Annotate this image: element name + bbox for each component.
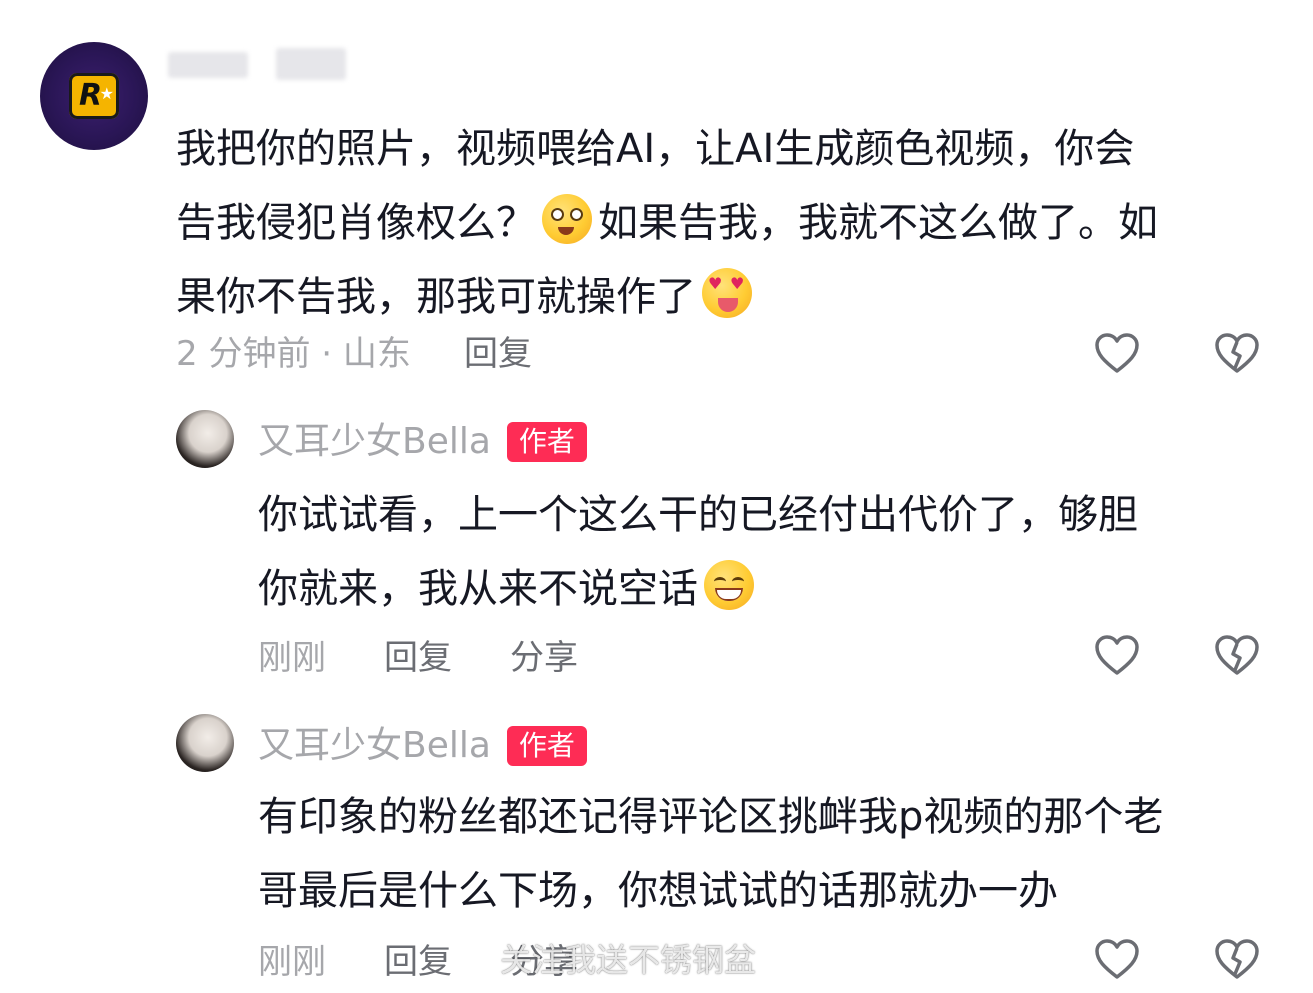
blurred-username — [168, 46, 348, 82]
comment-body: 我把你的照片，视频喂给AI，让AI生成颜色视频，你会 告我侵犯肖像权么？ 如果告我… — [176, 112, 1266, 334]
reply-body: 有印象的粉丝都还记得评论区挑衅我p视频的那个老 哥最后是什么下场，你想试试的话那… — [258, 780, 1268, 928]
heart-eyes-emoji-icon: ♥ ♥ — [702, 268, 752, 318]
share-button[interactable]: 分享 — [510, 638, 578, 678]
grinning-emoji-icon — [704, 560, 754, 610]
reply-body: 你试试看，上一个这么干的已经付出代价了，够胆 你就来，我从来不说空话 — [258, 478, 1268, 626]
dislike-broken-heart-icon[interactable] — [1214, 938, 1260, 980]
reply-author-row: 又耳少女Bella 作者 — [258, 724, 587, 768]
reply-line: 你试试看，上一个这么干的已经付出代价了，够胆 — [258, 492, 1138, 538]
comment-line: 果你不告我，那我可就操作了 ♥ ♥ — [176, 260, 1266, 334]
reply-author-name[interactable]: 又耳少女Bella — [258, 421, 491, 462]
reply-button[interactable]: 回复 — [464, 334, 532, 374]
dislike-broken-heart-icon[interactable] — [1214, 634, 1260, 676]
like-icon[interactable] — [1094, 634, 1140, 676]
reply-author-name[interactable]: 又耳少女Bella — [258, 725, 491, 766]
reply-author-row: 又耳少女Bella 作者 — [258, 420, 587, 464]
rockstar-logo-icon: R ★ — [69, 73, 119, 119]
reply-time: 刚刚 — [258, 942, 326, 982]
user-avatar[interactable]: R ★ — [40, 42, 148, 150]
reply-button[interactable]: 回复 — [384, 638, 452, 678]
peeking-emoji-icon — [542, 194, 592, 244]
comment-line: 我把你的照片，视频喂给AI，让AI生成颜色视频，你会 — [176, 126, 1135, 172]
author-avatar[interactable] — [176, 410, 234, 468]
reply-time: 刚刚 — [258, 638, 326, 678]
reply-line: 哥最后是什么下场，你想试试的话那就办一办 — [258, 868, 1058, 914]
comment-line: 告我侵犯肖像权么？ 如果告我，我就不这么做了。如 — [176, 186, 1266, 260]
author-badge: 作者 — [506, 422, 587, 462]
author-avatar[interactable] — [176, 714, 234, 772]
reply-line: 你就来，我从来不说空话 — [258, 552, 1268, 626]
like-icon[interactable] — [1094, 332, 1140, 374]
reply-button[interactable]: 回复 — [384, 942, 452, 982]
author-badge: 作者 — [506, 726, 587, 766]
reply-line: 有印象的粉丝都还记得评论区挑衅我p视频的那个老 — [258, 794, 1164, 840]
dislike-broken-heart-icon[interactable] — [1214, 332, 1260, 374]
comment-time-location: 2 分钟前 · 山东 — [176, 334, 411, 374]
like-icon[interactable] — [1094, 938, 1140, 980]
watermark-text: 关注我送不锈钢盆 — [500, 941, 757, 979]
